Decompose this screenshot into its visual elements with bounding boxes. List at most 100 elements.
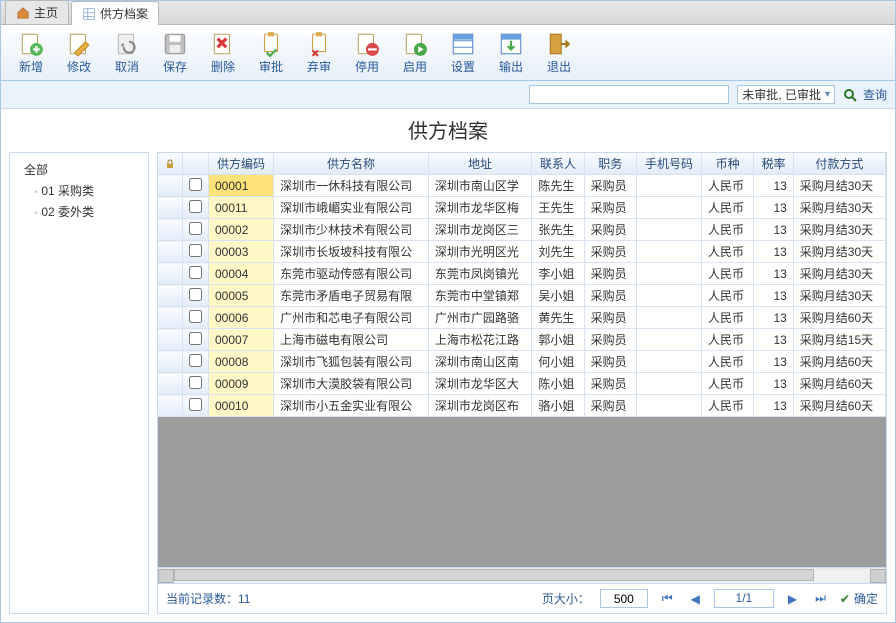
approve-button[interactable]: 审批 <box>247 28 295 78</box>
column-header-2[interactable]: 地址 <box>428 153 532 175</box>
cell-mobile <box>636 285 701 307</box>
cell-name: 深圳市峨嵋实业有限公司 <box>274 197 429 219</box>
cell-addr: 深圳市南山区南 <box>428 351 532 373</box>
page-size-input[interactable] <box>600 589 648 608</box>
row-checkbox[interactable] <box>189 244 202 257</box>
cell-contact: 刘先生 <box>532 241 584 263</box>
row-checkbox-cell[interactable] <box>183 329 209 351</box>
row-checkbox[interactable] <box>189 200 202 213</box>
column-header-1[interactable]: 供方名称 <box>274 153 429 175</box>
cell-name: 深圳市大漠胶袋有限公司 <box>274 373 429 395</box>
cell-name: 深圳市长坂坡科技有限公 <box>274 241 429 263</box>
table-row[interactable]: 00006广州市和芯电子有限公司广州市广园路骆黄先生采购员人民币13采购月结60… <box>158 307 886 329</box>
disable-button[interactable]: 停用 <box>343 28 391 78</box>
column-header-6[interactable]: 币种 <box>702 153 754 175</box>
next-page-button[interactable]: ▶ <box>784 592 801 606</box>
last-page-button[interactable]: ⏭ <box>811 591 830 606</box>
tree-item-0[interactable]: 全部 <box>14 159 144 180</box>
cancel-button[interactable]: 取消 <box>103 28 151 78</box>
exit-button[interactable]: 退出 <box>535 28 583 78</box>
reject-button[interactable]: 弃审 <box>295 28 343 78</box>
enable-button[interactable]: 启用 <box>391 28 439 78</box>
row-checkbox[interactable] <box>189 288 202 301</box>
cell-code: 00007 <box>209 329 274 351</box>
row-checkbox-cell[interactable] <box>183 219 209 241</box>
data-grid[interactable]: 供方编码供方名称地址联系人职务手机号码币种税率付款方式 00001深圳市一休科技… <box>158 153 886 567</box>
cell-currency: 人民币 <box>702 307 754 329</box>
row-checkbox-cell[interactable] <box>183 285 209 307</box>
status-filter-combo[interactable]: 未审批, 已审批 ▾ <box>737 85 835 104</box>
table-row[interactable]: 00002深圳市少林技术有限公司深圳市龙岗区三张先生采购员人民币13采购月结30… <box>158 219 886 241</box>
cell-name: 东莞市矛盾电子贸易有限 <box>274 285 429 307</box>
table-row[interactable]: 00004东莞市驱动传感有限公司东莞市凤岗镇光李小姐采购员人民币13采购月结30… <box>158 263 886 285</box>
row-lock-cell <box>158 263 183 285</box>
row-checkbox[interactable] <box>189 354 202 367</box>
column-header-8[interactable]: 付款方式 <box>793 153 885 175</box>
table-row[interactable]: 00008深圳市飞狐包装有限公司深圳市南山区南何小姐采购员人民币13采购月结60… <box>158 351 886 373</box>
column-header-5[interactable]: 手机号码 <box>636 153 701 175</box>
row-checkbox[interactable] <box>189 376 202 389</box>
settings-button[interactable]: 设置 <box>439 28 487 78</box>
column-header-0[interactable]: 供方编码 <box>209 153 274 175</box>
cell-addr: 东莞市中堂镇郑 <box>428 285 532 307</box>
row-checkbox-cell[interactable] <box>183 175 209 197</box>
delete-button[interactable]: 删除 <box>199 28 247 78</box>
row-lock-cell <box>158 175 183 197</box>
row-checkbox-cell[interactable] <box>183 351 209 373</box>
tree-item-2[interactable]: 02 委外类 <box>14 201 144 222</box>
row-lock-cell <box>158 197 183 219</box>
tab-1[interactable]: 供方档案 <box>71 1 159 25</box>
delete-icon <box>210 31 236 57</box>
row-checkbox[interactable] <box>189 266 202 279</box>
row-checkbox[interactable] <box>189 222 202 235</box>
table-row[interactable]: 00011深圳市峨嵋实业有限公司深圳市龙华区梅王先生采购员人民币13采购月结30… <box>158 197 886 219</box>
add-button[interactable]: 新增 <box>7 28 55 78</box>
prev-page-button[interactable]: ◀ <box>687 592 704 606</box>
cell-job: 采购员 <box>584 395 636 417</box>
row-checkbox-cell[interactable] <box>183 395 209 417</box>
table-row[interactable]: 00003深圳市长坂坡科技有限公深圳市光明区光刘先生采购员人民币13采购月结30… <box>158 241 886 263</box>
export-button[interactable]: 输出 <box>487 28 535 78</box>
grid-icon <box>82 7 96 21</box>
scroll-thumb[interactable] <box>174 569 814 581</box>
table-row[interactable]: 00007上海市磁电有限公司上海市松花江路郭小姐采购员人民币13采购月结15天 <box>158 329 886 351</box>
table-row[interactable]: 00009深圳市大漠胶袋有限公司深圳市龙华区大陈小姐采购员人民币13采购月结60… <box>158 373 886 395</box>
horizontal-scrollbar[interactable] <box>158 567 886 583</box>
row-checkbox[interactable] <box>189 398 202 411</box>
save-button[interactable]: 保存 <box>151 28 199 78</box>
row-checkbox[interactable] <box>189 332 202 345</box>
row-lock-cell <box>158 285 183 307</box>
cell-addr: 深圳市龙岗区布 <box>428 395 532 417</box>
toolbar-label: 保存 <box>163 58 187 75</box>
cell-code: 00008 <box>209 351 274 373</box>
row-checkbox-cell[interactable] <box>183 307 209 329</box>
table-row[interactable]: 00010深圳市小五金实业有限公深圳市龙岗区布骆小姐采购员人民币13采购月结60… <box>158 395 886 417</box>
cell-currency: 人民币 <box>702 373 754 395</box>
cell-mobile <box>636 263 701 285</box>
edit-button[interactable]: 修改 <box>55 28 103 78</box>
row-checkbox-cell[interactable] <box>183 373 209 395</box>
query-button[interactable]: 查询 <box>843 86 887 103</box>
column-header-4[interactable]: 职务 <box>584 153 636 175</box>
table-row[interactable]: 00001深圳市一休科技有限公司深圳市南山区学陈先生采购员人民币13采购月结30… <box>158 175 886 197</box>
row-checkbox[interactable] <box>189 178 202 191</box>
row-checkbox[interactable] <box>189 310 202 323</box>
row-checkbox-cell[interactable] <box>183 241 209 263</box>
first-page-button[interactable]: ⏮ <box>658 591 677 606</box>
toolbar-label: 弃审 <box>307 58 331 75</box>
column-header-3[interactable]: 联系人 <box>532 153 584 175</box>
enable-icon <box>402 31 428 57</box>
search-input[interactable] <box>529 85 729 104</box>
scroll-left-button[interactable] <box>158 569 174 583</box>
disable-icon <box>354 31 380 57</box>
row-checkbox-cell[interactable] <box>183 197 209 219</box>
ok-button[interactable]: ✔ 确定 <box>840 590 878 607</box>
grid-empty-area <box>158 417 886 567</box>
column-header-7[interactable]: 税率 <box>754 153 793 175</box>
row-checkbox-cell[interactable] <box>183 263 209 285</box>
table-row[interactable]: 00005东莞市矛盾电子贸易有限东莞市中堂镇郑吴小姐采购员人民币13采购月结30… <box>158 285 886 307</box>
scroll-track[interactable] <box>174 569 870 583</box>
tree-item-1[interactable]: 01 采购类 <box>14 180 144 201</box>
scroll-right-button[interactable] <box>870 569 886 583</box>
tab-0[interactable]: 主页 <box>5 0 69 24</box>
